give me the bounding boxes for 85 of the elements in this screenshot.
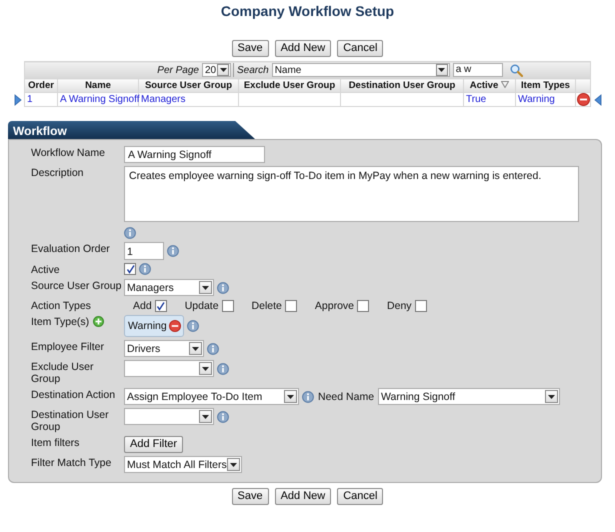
option-label: Update <box>184 300 219 312</box>
checkbox[interactable] <box>154 300 167 312</box>
info-icon[interactable] <box>217 410 229 422</box>
dropdown[interactable]: Warning Signoff <box>378 388 560 405</box>
toolbar-button[interactable]: Save <box>232 40 269 57</box>
field-label: Workflow Name <box>31 147 105 159</box>
text-field[interactable]: 1 <box>124 242 164 260</box>
info-icon[interactable] <box>139 263 151 275</box>
info-icon[interactable] <box>124 227 136 239</box>
column-header[interactable]: Item Types <box>516 78 576 92</box>
info-icon[interactable] <box>207 342 219 354</box>
column-header[interactable]: Name <box>58 78 138 92</box>
caret-icon <box>202 286 209 290</box>
per-page-select[interactable]: 20 <box>202 63 231 77</box>
text-field[interactable]: A Warning Signoff <box>124 146 265 163</box>
field-label: Item filters <box>31 437 80 449</box>
delete-icon[interactable] <box>576 93 590 106</box>
info-icon[interactable] <box>302 390 314 402</box>
option-label: Add <box>133 300 152 312</box>
table-cell: Managers <box>138 92 238 106</box>
dropdown[interactable] <box>124 360 214 377</box>
column-header[interactable]: Exclude User Group <box>238 78 340 92</box>
caret-icon <box>202 366 209 370</box>
table-cell: True <box>464 92 516 106</box>
info-icon[interactable] <box>186 320 199 332</box>
field-label: Evaluation Order <box>31 243 110 255</box>
table-cell: Warning <box>516 92 576 106</box>
table-cell: 1 <box>24 92 58 106</box>
field-label: Source User Group <box>31 280 122 292</box>
remove-icon[interactable] <box>168 320 181 332</box>
tag-label: Warning <box>128 320 167 332</box>
add-filter-button[interactable]: Add Filter <box>124 436 184 453</box>
caret-icon <box>230 462 237 466</box>
per-page-label: Per Page <box>157 64 199 76</box>
field-label: Active <box>31 264 60 276</box>
dropdown[interactable]: Assign Employee To-Do Item <box>124 388 299 405</box>
field-label: Item Type(s) <box>31 316 90 328</box>
field-label: Destination User Group <box>31 409 110 433</box>
caret-icon <box>192 346 199 350</box>
info-icon[interactable] <box>217 282 229 294</box>
option-label: Approve <box>314 300 354 312</box>
caret-icon <box>548 394 556 398</box>
caret-icon <box>287 394 294 398</box>
option-label: Delete <box>252 300 282 312</box>
toolbar-button[interactable]: Add New <box>274 488 332 505</box>
field-label: Description <box>31 167 84 179</box>
search-icon[interactable] <box>510 64 523 76</box>
dropdown[interactable]: Drivers <box>124 340 204 357</box>
column-header[interactable]: Active <box>464 78 516 92</box>
checkbox[interactable] <box>222 300 234 312</box>
table-cell: A Warning Signoff <box>58 92 138 106</box>
column-header[interactable]: Destination User Group <box>340 78 464 92</box>
field-label: Exclude User Group <box>31 361 94 385</box>
field-label: Destination Action <box>31 389 116 401</box>
dropdown[interactable]: Managers <box>124 279 214 296</box>
field-label: Employee Filter <box>31 341 104 353</box>
caret-icon <box>202 414 209 418</box>
dropdown[interactable]: Must Match All Filters <box>124 456 242 473</box>
checkbox[interactable] <box>357 300 370 312</box>
caret-icon <box>438 68 446 72</box>
field-label: Filter Match Type <box>31 457 112 469</box>
field-label: Action Types <box>31 300 91 312</box>
checkbox[interactable] <box>124 263 136 275</box>
search-label: Search <box>237 64 269 76</box>
sort-icon[interactable] <box>501 81 510 88</box>
add-icon[interactable] <box>93 316 104 327</box>
row-indicator-icon <box>594 94 602 106</box>
search-input[interactable]: a w <box>452 63 503 77</box>
option-label: Deny <box>387 300 412 312</box>
page-title: Company Workflow Setup <box>220 3 396 21</box>
info-icon[interactable] <box>217 362 229 374</box>
checkbox[interactable] <box>284 300 297 312</box>
caret-icon <box>220 68 226 72</box>
column-header[interactable]: Order <box>24 78 58 92</box>
column-header[interactable]: Source User Group <box>138 78 238 92</box>
dropdown[interactable] <box>124 408 214 425</box>
toolbar-button[interactable]: Save <box>232 488 269 505</box>
info-icon[interactable] <box>167 245 179 257</box>
toolbar-button[interactable]: Cancel <box>337 40 384 57</box>
search-field-select[interactable]: Name <box>272 63 450 77</box>
checkbox[interactable] <box>414 300 427 312</box>
field-label: Need Name <box>318 390 374 402</box>
toolbar-button[interactable]: Add New <box>274 40 332 57</box>
description-field[interactable]: Creates employee warning sign-off To-Do item in MyPay when a new warning is entered. <box>124 166 579 222</box>
toolbar-button[interactable]: Cancel <box>337 488 384 505</box>
